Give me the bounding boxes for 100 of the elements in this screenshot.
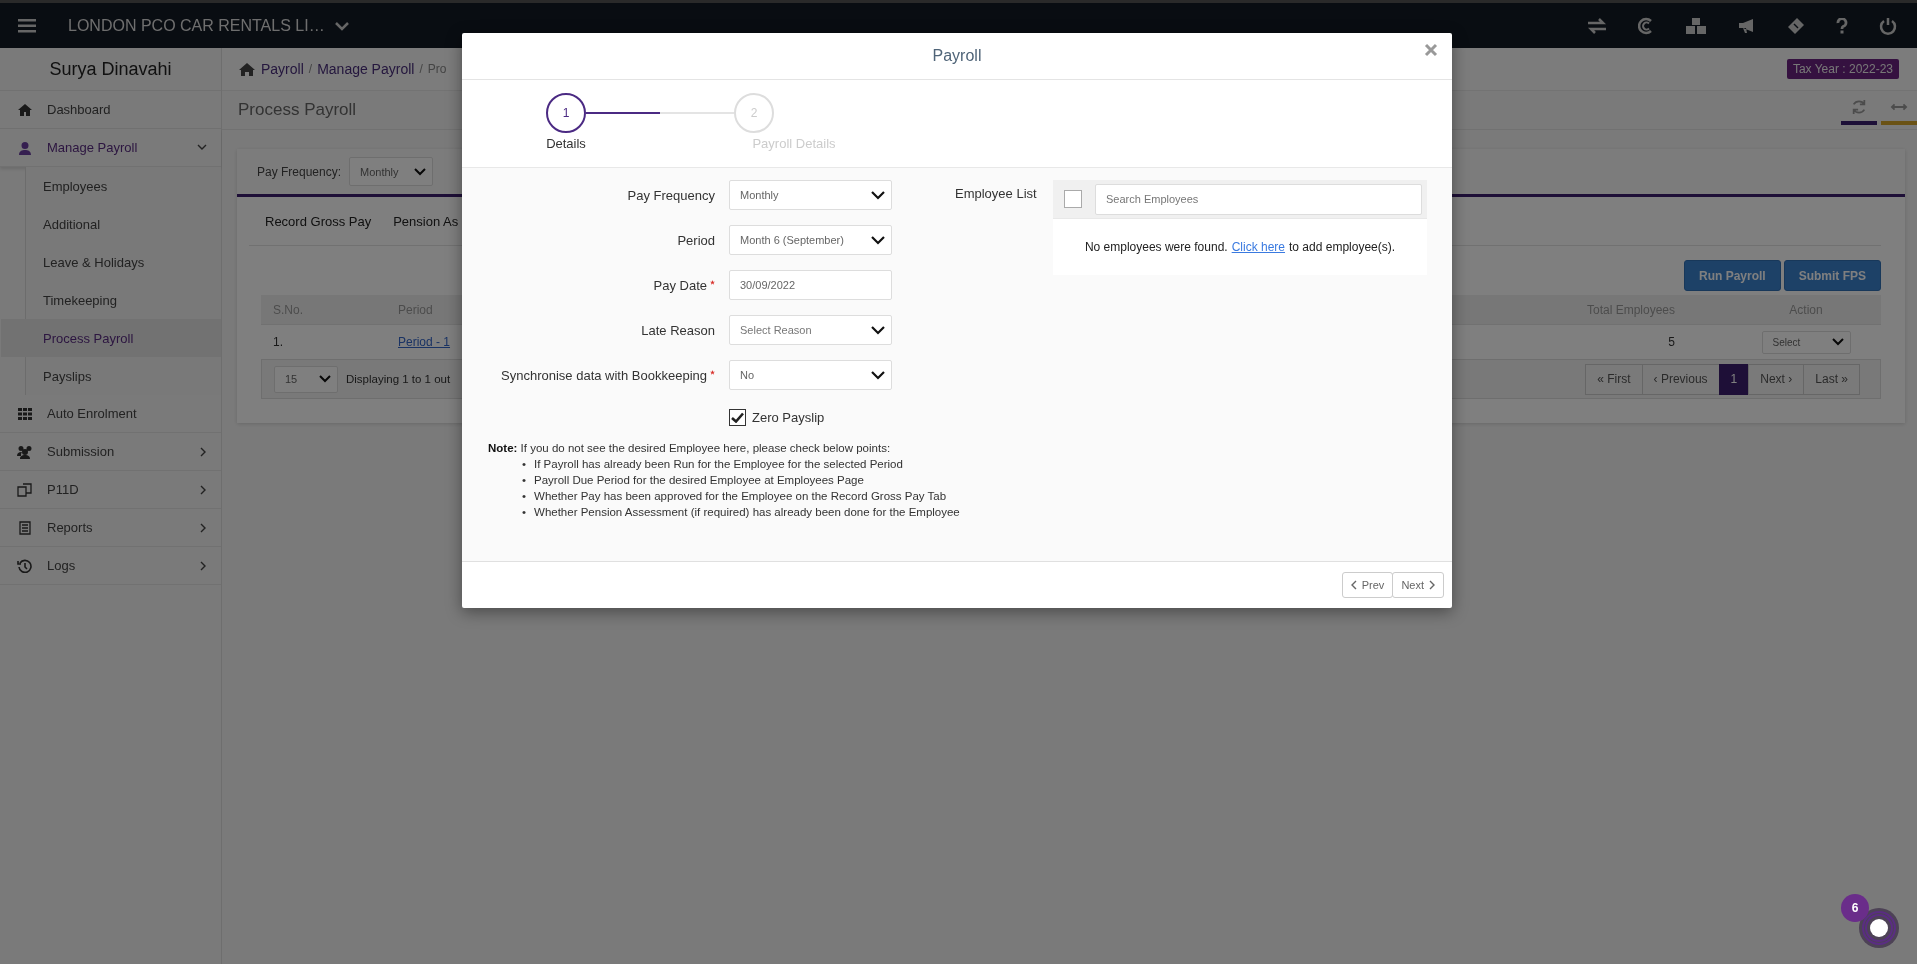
sidebar-item[interactable]: Auto Enrolment (0, 395, 221, 433)
date-field[interactable]: 30/09/2022 (729, 270, 892, 300)
select-field[interactable]: Month 6 (September) (729, 225, 892, 255)
empty-message: No employees were found. Click here to add employee(s). (1083, 239, 1397, 256)
required-icon (710, 369, 715, 375)
step-label: Details (545, 136, 587, 151)
sidebar-item[interactable]: P11D (0, 471, 221, 509)
chevron-down-icon (871, 370, 885, 380)
tab[interactable]: Pension As (393, 213, 459, 229)
sidebar-item[interactable]: Dashboard (0, 91, 221, 129)
breadcrumb-link[interactable]: Payroll (261, 61, 304, 77)
sidebar-item[interactable]: Logs (0, 547, 221, 585)
add-employee-link[interactable]: Click here (1231, 240, 1285, 254)
pay-frequency-select[interactable]: Monthly (349, 157, 434, 186)
pager-button[interactable]: Next › (1748, 363, 1805, 395)
copy-icon (17, 482, 33, 497)
grid-icon (17, 406, 33, 421)
chevron-down-icon (319, 375, 331, 383)
filter-label: Pay Frequency: (257, 164, 342, 179)
home-icon[interactable] (238, 61, 256, 77)
chevron-down-icon (197, 144, 207, 151)
bullet: • (522, 505, 527, 520)
pager-button[interactable]: « First (1585, 363, 1643, 395)
field-label: Period (677, 232, 715, 248)
page-size-select[interactable]: 15 (274, 365, 338, 393)
note-point: Whether Pension Assessment (if required) has already been done for the Employee (534, 505, 960, 520)
company-name[interactable]: LONDON PCO CAR RENTALS LI… (68, 16, 325, 35)
next-button[interactable]: Next (1392, 572, 1444, 598)
sidebar-item[interactable]: Submission (0, 433, 221, 471)
search-field[interactable]: Search Employees (1095, 183, 1422, 215)
action-select[interactable]: Select (1761, 330, 1851, 354)
copyright-icon[interactable] (1638, 16, 1654, 35)
field-label: Pay Date (653, 277, 707, 293)
action-button[interactable]: Submit FPS (1783, 260, 1881, 291)
help-icon[interactable] (1836, 17, 1848, 34)
user-name: Surya Dinavahi (0, 48, 221, 91)
select-field[interactable]: Select Reason (729, 315, 892, 345)
close-icon[interactable] (1424, 43, 1438, 57)
bullet: • (522, 489, 527, 504)
select-field[interactable]: No (729, 360, 892, 390)
select-field[interactable]: Monthly (729, 180, 892, 210)
pager-info: Displaying 1 to 1 out (346, 373, 451, 385)
pager-button[interactable]: ‹ Previous (1641, 363, 1720, 395)
chevron-down-icon (414, 167, 427, 176)
home-icon (17, 102, 33, 117)
tax-year-badge: Tax Year : 2022-23 (1786, 59, 1899, 79)
bullet: • (522, 473, 527, 488)
doc-icon (17, 520, 33, 535)
breadcrumb-link[interactable]: Pro (427, 62, 447, 76)
action-button[interactable]: Run Payroll (1683, 260, 1781, 291)
sidebar-subitem[interactable]: Payslips (1, 357, 221, 395)
prev-button[interactable]: Prev (1341, 572, 1394, 598)
bullet: • (522, 457, 527, 472)
history-icon (17, 558, 33, 573)
chevron-down-icon (871, 190, 885, 200)
chevron-down-icon (871, 235, 885, 245)
users-icon (17, 444, 33, 459)
chevron-right-icon (200, 446, 207, 457)
menu-icon[interactable] (18, 18, 36, 33)
employee-list-label: Employee List (955, 186, 1038, 203)
breadcrumb-link[interactable]: Manage Payroll (317, 61, 415, 77)
chat-launcher-icon[interactable] (1857, 906, 1901, 950)
megaphone-icon[interactable] (1738, 17, 1756, 34)
tab[interactable]: Record Gross Pay (265, 213, 372, 229)
sidebar-subitem[interactable]: Additional (1, 205, 221, 243)
note-point: Payroll Due Period for the desired Employee at Employees Page (534, 473, 864, 488)
chevron-right-icon (200, 484, 207, 495)
note-text: Note: If you do not see the desired Employee here, please check below points: (488, 442, 892, 454)
field-label: Synchronise data with Bookkeeping (501, 367, 707, 383)
sidebar-item[interactable]: Reports (0, 509, 221, 547)
page-title: Process Payroll (238, 100, 357, 120)
sidebar-subitem[interactable]: Process Payroll (1, 319, 221, 357)
pager-button[interactable]: Last » (1803, 363, 1860, 395)
power-icon[interactable] (1879, 16, 1897, 35)
chevron-left-icon (1350, 580, 1358, 590)
table-cell-text: 5 (1667, 335, 1676, 349)
table-cell-text: 1. (272, 335, 284, 349)
chevron-down-icon[interactable] (334, 20, 349, 31)
select-all-checkbox[interactable] (1064, 190, 1082, 208)
chevron-down-icon (1831, 338, 1844, 346)
sidebar-subitem[interactable]: Employees (1, 167, 221, 205)
field-label: Late Reason (641, 322, 715, 338)
swap-icon[interactable] (1587, 17, 1607, 34)
user-icon (17, 140, 33, 155)
breadcrumb-separator: / (308, 62, 313, 76)
dialog-title: Payroll (932, 47, 982, 65)
sidebar-subitem[interactable]: Leave & Holidays (1, 243, 221, 281)
note-point: If Payroll has already been Run for the Employee for the selected Period (534, 457, 903, 472)
period-link[interactable]: Period - 1 (398, 335, 451, 349)
checkbox[interactable] (729, 409, 746, 426)
chevron-right-icon (1428, 580, 1435, 590)
chevron-right-icon (200, 522, 207, 533)
note-point: Whether Pay has been approved for the Employee on the Record Gross Pay Tab (534, 489, 947, 504)
required-icon (710, 279, 715, 285)
breadcrumb-separator: / (419, 62, 423, 76)
step-circle[interactable]: 1 (546, 93, 586, 133)
chevron-down-icon (871, 325, 885, 335)
field-label: Pay Frequency (627, 187, 715, 203)
sidebar-subitem[interactable]: Timekeeping (1, 281, 221, 319)
cubes-icon[interactable] (1685, 16, 1707, 35)
